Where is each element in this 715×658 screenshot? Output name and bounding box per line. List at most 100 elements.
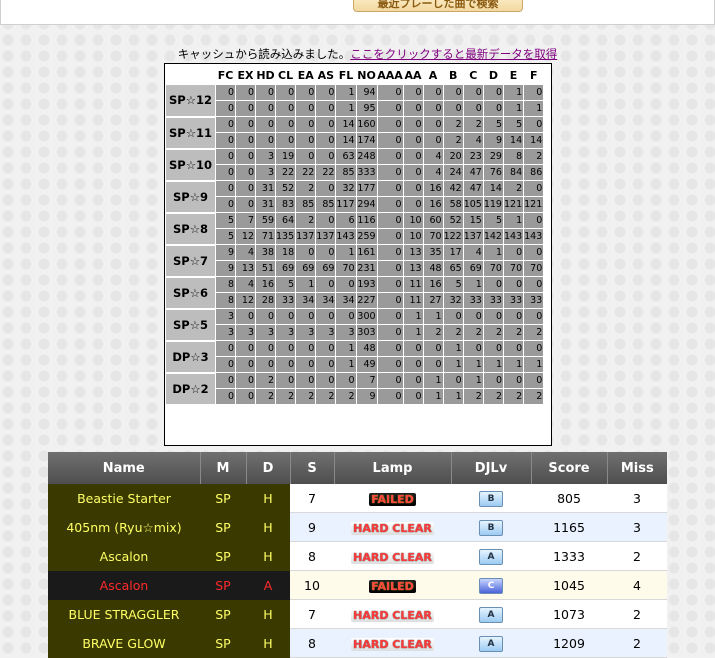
stats-cell: 0 xyxy=(442,84,464,101)
play-mode: SP xyxy=(200,599,246,629)
stats-cell: 11 xyxy=(402,276,424,293)
stats-cell: 31 xyxy=(255,196,276,213)
stats-cell: 85 xyxy=(315,196,337,213)
stats-cell: 0 xyxy=(376,132,404,149)
stats-cell: 70 xyxy=(482,260,504,277)
stats-row: SP☆5 3 0 0 0 0 0 0 300 0 1 1 0 0 0 0 0 xyxy=(166,308,545,342)
stats-cell: 0 xyxy=(215,116,236,133)
difficulty: H xyxy=(246,628,290,658)
song-name[interactable]: 405nm (Ryu☆mix) xyxy=(48,512,200,542)
stats-cell: 85 xyxy=(295,196,317,213)
stats-cell: 8 xyxy=(502,148,525,165)
stats-cell: 17 xyxy=(442,244,464,261)
stats-cell: 22 xyxy=(295,164,317,181)
stats-cell: 0 xyxy=(315,372,337,389)
stats-cell: 0 xyxy=(255,100,276,117)
song-name[interactable]: Beastie Starter xyxy=(48,484,200,513)
stats-cell: 0 xyxy=(376,180,404,197)
stats-cell: 4 xyxy=(235,244,256,261)
stats-cell: 0 xyxy=(376,324,404,341)
score-row[interactable]: Beastie Starter SP H 7 FAILED B 805 3 xyxy=(48,484,667,513)
stats-cell: 0 xyxy=(215,372,236,389)
stats-col-header: FC xyxy=(217,68,234,82)
stats-cell: 0 xyxy=(235,100,256,117)
score-row[interactable]: Ascalon SP H 8 HARD CLEAR A 1333 2 xyxy=(48,541,667,571)
stats-cell: 33 xyxy=(523,292,545,309)
play-mode: SP xyxy=(200,541,246,571)
stats-cell: 3 xyxy=(255,164,276,181)
stats-cell: 3 xyxy=(255,148,276,165)
song-name[interactable]: Ascalon xyxy=(48,541,200,571)
stats-cell: 76 xyxy=(482,164,504,181)
stats-cell: 0 xyxy=(235,196,256,213)
stats-cell: 0 xyxy=(402,196,424,213)
col-miss[interactable]: Miss xyxy=(607,452,667,484)
stats-col-header: A xyxy=(428,68,438,82)
stats-row: 0 0 31 83 85 85 117 294 0 0 16 58 105 119 121 121 xyxy=(166,196,545,213)
stats-cell: 227 xyxy=(355,292,378,309)
stats-cell: 259 xyxy=(355,228,378,245)
stats-cell: 0 xyxy=(255,340,276,357)
stats-cell: 0 xyxy=(422,356,444,373)
stats-cell: 0 xyxy=(315,340,337,357)
lamp-cell: HARD CLEAR xyxy=(334,599,451,629)
score-row[interactable]: BRAVE GLOW SP H 8 HARD CLEAR A 1209 2 xyxy=(48,628,667,658)
stats-col-header: B xyxy=(448,68,458,82)
stats-cell: 0 xyxy=(402,132,424,149)
song-name[interactable]: Ascalon xyxy=(48,570,200,600)
stats-cell: 20 xyxy=(442,148,464,165)
stats-cell: 83 xyxy=(274,196,297,213)
stats-cell: 2 xyxy=(502,388,525,405)
stats-cell: 0 xyxy=(523,84,545,101)
stats-cell: 137 xyxy=(462,228,484,245)
stats-cell: 142 xyxy=(482,228,504,245)
stats-cell: 0 xyxy=(274,340,297,357)
stats-cell: 0 xyxy=(462,340,484,357)
stats-cell: 69 xyxy=(462,260,484,277)
stats-cell: 0 xyxy=(482,372,504,389)
stats-cell: 0 xyxy=(235,116,256,133)
stats-cell: 0 xyxy=(376,196,404,213)
recent-played-search-label: 最近プレーした曲で検索 xyxy=(377,0,499,10)
stats-cell: 0 xyxy=(376,116,404,133)
stats-cell: 4 xyxy=(462,244,484,261)
score-row[interactable]: BLUE STRAGGLER SP H 7 HARD CLEAR A 1073 2 xyxy=(48,599,667,629)
stats-cell: 13 xyxy=(402,260,424,277)
stats-cell: 135 xyxy=(274,228,297,245)
stats-cell: 5 xyxy=(215,212,236,229)
djlv-cell: C xyxy=(451,570,531,600)
recent-played-search-button[interactable]: 最近プレーした曲で検索 xyxy=(353,0,523,12)
score-row[interactable]: 405nm (Ryu☆mix) SP H 9 HARD CLEAR B 1165 3 xyxy=(48,512,667,542)
stats-cell: 0 xyxy=(274,100,297,117)
col-lamp[interactable]: Lamp xyxy=(334,452,452,484)
stats-cell: 19 xyxy=(274,148,297,165)
stats-cell: 22 xyxy=(274,164,297,181)
col-difficulty[interactable]: D xyxy=(246,452,291,484)
stats-cell: 0 xyxy=(295,116,317,133)
col-mode[interactable]: M xyxy=(200,452,247,484)
stats-cell: 33 xyxy=(482,292,504,309)
stats-cell: 161 xyxy=(355,244,378,261)
stats-cell: 193 xyxy=(355,276,378,293)
stats-row: SP☆8 5 7 59 64 2 0 6 116 0 10 60 52 15 5 1 0 xyxy=(166,212,545,246)
stats-cell: 0 xyxy=(402,84,424,101)
stats-cell: 0 xyxy=(442,100,464,117)
stats-cell: 0 xyxy=(235,340,256,357)
col-name[interactable]: Name xyxy=(48,452,201,484)
stats-cell: 58 xyxy=(442,196,464,213)
col-score[interactable]: Score xyxy=(531,452,608,484)
score-row[interactable]: Ascalon SP A 10 FAILED C 1045 4 xyxy=(48,570,667,600)
col-stars[interactable]: S xyxy=(290,452,335,484)
col-djlv[interactable]: DJLv xyxy=(451,452,532,484)
stats-cell: 5 xyxy=(274,276,297,293)
stats-row: 0022222900112222 xyxy=(166,388,545,405)
stats-row: 0 0 3 22 22 22 85 333 0 0 4 24 47 76 84 86 xyxy=(166,164,545,181)
ex-score: 1073 xyxy=(531,599,607,629)
song-name[interactable]: BRAVE GLOW xyxy=(48,628,200,658)
stats-cell: 0 xyxy=(235,84,256,101)
stats-cell: 38 xyxy=(255,244,276,261)
refresh-data-link[interactable]: ここをクリックすると最新データを取得 xyxy=(350,47,557,61)
song-name[interactable]: BLUE STRAGGLER xyxy=(48,599,200,629)
stats-cell: 4 xyxy=(422,148,444,165)
stats-cell: 69 xyxy=(315,260,337,277)
